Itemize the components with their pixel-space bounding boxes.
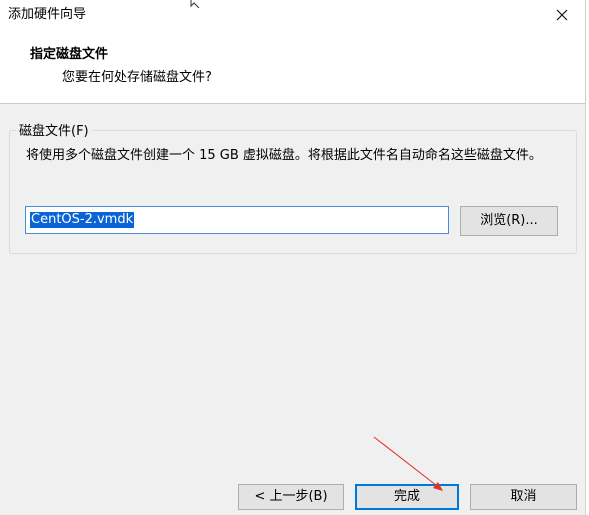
cancel-button[interactable]: 取消	[470, 484, 577, 510]
back-button[interactable]: < 上一步(B)	[238, 484, 344, 510]
close-icon[interactable]	[551, 4, 573, 26]
wizard-header: 指定磁盘文件 您要在何处存储磁盘文件?	[0, 30, 585, 104]
page-subtitle: 您要在何处存储磁盘文件?	[62, 70, 212, 85]
window-title: 添加硬件向导	[8, 7, 87, 22]
disk-file-description: 将使用多个磁盘文件创建一个 15 GB 虚拟磁盘。将根据此文件名自动命名这些磁盘…	[26, 148, 542, 163]
disk-file-group-label: 磁盘文件(F)	[16, 120, 92, 139]
browse-button[interactable]: 浏览(R)...	[460, 206, 558, 236]
disk-file-name-value: CentOS-2.vmdk	[30, 212, 135, 228]
finish-button[interactable]: 完成	[355, 484, 459, 510]
title-bar: 添加硬件向导	[0, 0, 585, 30]
page-title: 指定磁盘文件	[30, 47, 109, 62]
window-right-border	[585, 0, 589, 515]
disk-file-name-input[interactable]: CentOS-2.vmdk	[25, 206, 449, 234]
mouse-cursor-icon	[190, 0, 200, 8]
add-hardware-wizard-window: 添加硬件向导 指定磁盘文件 您要在何处存储磁盘文件? 磁盘文件(F) 将使用多个…	[0, 0, 589, 515]
